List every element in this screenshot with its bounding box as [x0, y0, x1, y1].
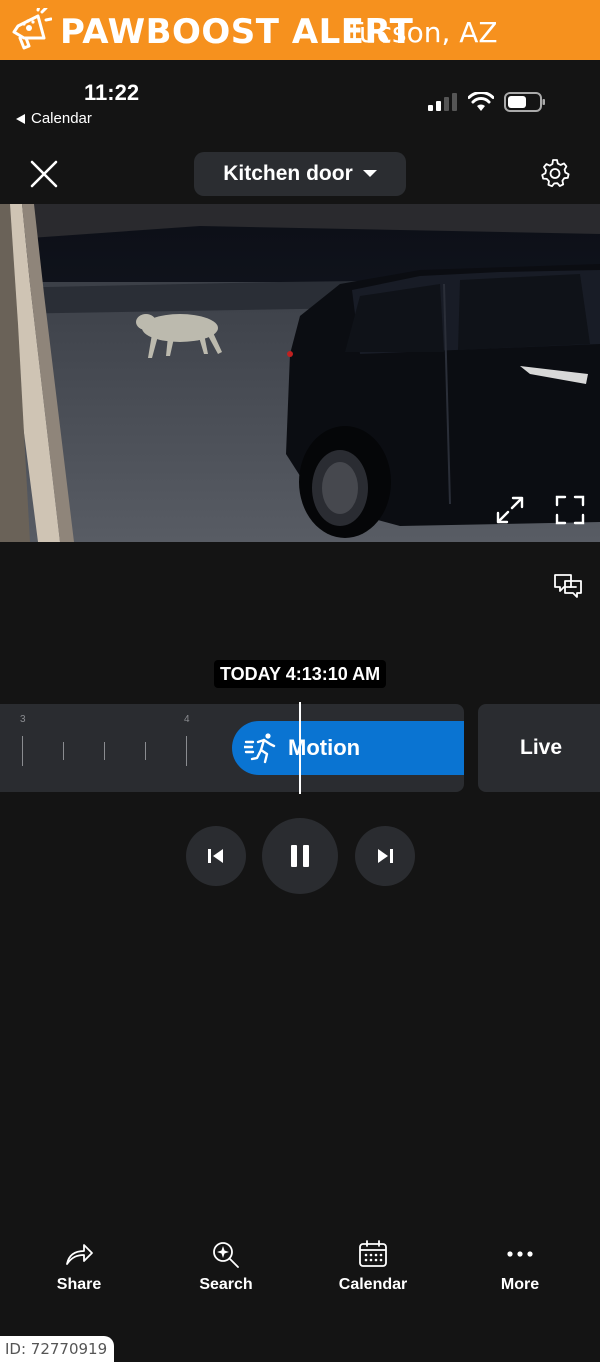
post-id-badge: ID: 72770919 — [0, 1336, 114, 1362]
battery-icon — [504, 92, 545, 112]
wifi-icon — [468, 92, 494, 111]
tick-label: 4 — [184, 714, 190, 725]
calendar-icon — [359, 1240, 387, 1267]
status-time: 11:22 — [84, 80, 140, 105]
event-timeline[interactable]: 3 4 Motion — [0, 704, 464, 792]
nav-label: Search — [199, 1276, 253, 1293]
gear-icon[interactable] — [540, 158, 570, 188]
skip-next-icon — [378, 849, 393, 863]
timeline-tick — [145, 742, 146, 760]
timeline-playhead[interactable] — [299, 702, 301, 794]
camera-selector[interactable]: Kitchen door — [194, 152, 406, 196]
nav-label: Calendar — [338, 1276, 408, 1293]
skip-previous-icon — [208, 849, 223, 863]
fullscreen-icon[interactable] — [554, 494, 586, 526]
expand-icon[interactable] — [494, 494, 526, 526]
nav-label: Share — [56, 1276, 102, 1293]
night-camera-scene — [0, 204, 600, 542]
back-triangle-icon — [16, 113, 25, 124]
back-to-calendar-link[interactable]: Calendar — [16, 110, 92, 127]
live-label: Live — [520, 736, 563, 759]
more-icon — [507, 1251, 533, 1257]
feedback-icon[interactable] — [552, 570, 584, 602]
camera-video-feed[interactable] — [0, 204, 600, 542]
next-event-button[interactable] — [355, 826, 415, 886]
banner-location: Tucson, AZ — [346, 16, 498, 49]
nav-label: More — [500, 1276, 540, 1293]
nav-search[interactable]: Search — [166, 1240, 286, 1294]
event-timestamp: TODAY 4:13:10 AM — [214, 660, 387, 688]
search-sparkle-icon — [213, 1242, 239, 1268]
live-button[interactable]: Live — [478, 704, 600, 792]
running-person-icon — [244, 733, 276, 764]
close-icon[interactable] — [28, 158, 60, 190]
previous-event-button[interactable] — [186, 826, 246, 886]
bottom-nav: Share Search Calendar More — [0, 1240, 600, 1310]
nav-calendar[interactable]: Calendar — [313, 1240, 433, 1294]
nav-more[interactable]: More — [460, 1240, 580, 1294]
status-icons — [428, 92, 546, 112]
megaphone-paw-icon — [12, 8, 52, 50]
timeline-tick — [104, 742, 105, 760]
cellular-signal-icon — [428, 93, 457, 111]
pause-icon — [291, 845, 309, 867]
nav-share[interactable]: Share — [19, 1240, 139, 1294]
share-icon — [66, 1244, 93, 1265]
camera-name: Kitchen door — [223, 162, 353, 185]
parked-car — [286, 264, 600, 538]
pause-button[interactable] — [262, 818, 338, 894]
caret-down-icon — [362, 170, 377, 177]
tick-label: 3 — [20, 714, 26, 725]
pawboost-banner: PAWBOOST ALERT Tucson, AZ — [0, 0, 600, 60]
timeline-tick — [186, 736, 187, 766]
phone-screen: 11:22 Calendar Kitchen door TODAY 4:13:1… — [0, 60, 600, 1362]
back-label: Calendar — [31, 110, 92, 127]
timeline-tick — [22, 736, 23, 766]
timeline-tick — [63, 742, 64, 760]
